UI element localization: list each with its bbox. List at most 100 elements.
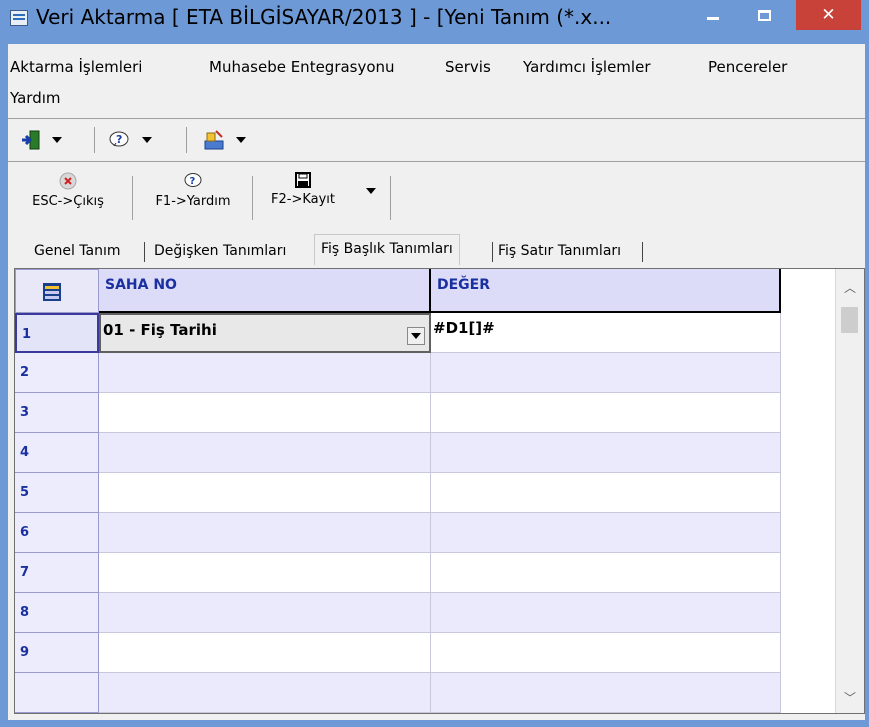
- deger-cell[interactable]: [431, 673, 781, 713]
- saha-no-cell[interactable]: [99, 433, 431, 473]
- close-icon: ✕: [821, 5, 836, 25]
- help-label: F1->Yardım: [155, 194, 231, 209]
- row-header[interactable]: 9: [15, 633, 99, 673]
- svg-text:?: ?: [116, 133, 122, 146]
- tab-fis-satir-tanimlari[interactable]: Fiş Satır Tanımları: [498, 238, 621, 264]
- scroll-thumb[interactable]: [841, 307, 858, 333]
- exit-button[interactable]: ESC->Çıkış: [10, 166, 126, 226]
- deger-cell[interactable]: [431, 473, 781, 513]
- deger-cell[interactable]: [431, 553, 781, 593]
- row-header[interactable]: 1: [15, 313, 99, 353]
- saha-no-cell[interactable]: [99, 353, 431, 393]
- column-header-deger[interactable]: DEĞER: [431, 269, 781, 313]
- toolbar-separator: [252, 176, 253, 220]
- table-row[interactable]: 9: [15, 633, 781, 673]
- table-row[interactable]: 2: [15, 353, 781, 393]
- menu-bar: Aktarma İşlemleri Muhasebe Entegrasyonu …: [8, 44, 865, 112]
- deger-cell[interactable]: #D1[]#: [431, 313, 781, 353]
- toolbar-separator: [390, 176, 391, 220]
- toolbar-separator: [94, 127, 95, 153]
- dropdown-arrow-icon[interactable]: [142, 137, 152, 143]
- svg-text:?: ?: [190, 176, 196, 187]
- saha-no-cell[interactable]: [99, 513, 431, 553]
- help-icon: ?: [184, 173, 202, 187]
- saha-no-cell[interactable]: [99, 473, 431, 513]
- minimize-icon: [707, 16, 719, 20]
- tab-separator: [642, 242, 643, 262]
- menu-yardim[interactable]: Yardım: [10, 89, 61, 107]
- column-header-saha-no[interactable]: SAHA NO: [99, 269, 431, 313]
- toolbar-separator: [132, 176, 133, 220]
- save-button[interactable]: F2->Kayıt: [258, 166, 348, 226]
- save-disk-icon: [295, 172, 311, 188]
- table-row[interactable]: 7: [15, 553, 781, 593]
- menu-servis[interactable]: Servis: [445, 58, 491, 76]
- row-header[interactable]: 7: [15, 553, 99, 593]
- saha-no-cell[interactable]: [99, 673, 431, 713]
- chevron-down-icon[interactable]: [407, 327, 425, 345]
- save-label: F2->Kayıt: [271, 192, 335, 207]
- app-icon[interactable]: [10, 10, 28, 26]
- scroll-up-icon[interactable]: ︿: [844, 279, 856, 296]
- row-header[interactable]: 3: [15, 393, 99, 433]
- dropdown-arrow-icon[interactable]: [52, 137, 62, 143]
- client-area: Aktarma İşlemleri Muhasebe Entegrasyonu …: [8, 44, 865, 720]
- saha-no-cell[interactable]: [99, 593, 431, 633]
- title-bar[interactable]: Veri Aktarma [ ETA BİLGİSAYAR/2013 ] - […: [0, 0, 869, 36]
- saha-no-cell[interactable]: [99, 393, 431, 433]
- tab-strip: Genel Tanım Değişken Tanımları Fiş Başlı…: [8, 234, 865, 266]
- tab-separator: [492, 242, 493, 262]
- saha-no-dropdown[interactable]: 01 - Fiş Tarihi: [99, 313, 431, 353]
- tab-genel-tanim[interactable]: Genel Tanım: [34, 238, 121, 264]
- row-header[interactable]: 2: [15, 353, 99, 393]
- saha-no-cell[interactable]: [99, 633, 431, 673]
- deger-cell[interactable]: [431, 513, 781, 553]
- menu-aktarma-islemleri[interactable]: Aktarma İşlemleri: [10, 58, 142, 76]
- row-header[interactable]: 4: [15, 433, 99, 473]
- tab-degisken-tanimlari[interactable]: Değişken Tanımları: [154, 238, 286, 264]
- deger-cell[interactable]: [431, 393, 781, 433]
- table-row[interactable]: [15, 673, 781, 713]
- tab-separator: [144, 242, 145, 262]
- scroll-down-icon[interactable]: ﹀: [844, 689, 856, 706]
- close-button[interactable]: ✕: [796, 0, 861, 30]
- menu-muhasebe-entegrasyonu[interactable]: Muhasebe Entegrasyonu: [209, 58, 395, 76]
- deger-cell[interactable]: [431, 433, 781, 473]
- deger-cell[interactable]: [431, 593, 781, 633]
- help-button[interactable]: ? F1->Yardım: [138, 166, 248, 226]
- exit-tool-button[interactable]: [20, 125, 62, 155]
- help-tool-button[interactable]: ?: [108, 125, 152, 155]
- tools-tool-button[interactable]: [202, 125, 246, 155]
- row-header[interactable]: [15, 673, 99, 713]
- close-circle-icon: [59, 172, 77, 190]
- table-row[interactable]: 5: [15, 473, 781, 513]
- maximize-button[interactable]: [744, 0, 784, 30]
- row-header[interactable]: 8: [15, 593, 99, 633]
- data-grid[interactable]: SAHA NO DEĞER 1 01 - Fiş Tarihi #D1[]# 2…: [14, 268, 865, 714]
- table-row[interactable]: 3: [15, 393, 781, 433]
- main-toolbar: ?: [8, 118, 865, 162]
- table-row[interactable]: 8: [15, 593, 781, 633]
- menu-pencereler[interactable]: Pencereler: [708, 58, 787, 76]
- exit-door-icon: [22, 130, 40, 150]
- dropdown-arrow-icon[interactable]: [236, 137, 246, 143]
- table-row[interactable]: 6: [15, 513, 781, 553]
- help-icon: ?: [109, 131, 129, 147]
- table-row[interactable]: 4: [15, 433, 781, 473]
- minimize-button[interactable]: [694, 0, 732, 30]
- window-title: Veri Aktarma [ ETA BİLGİSAYAR/2013 ] - […: [36, 5, 612, 29]
- saha-no-value: 01 - Fiş Tarihi: [103, 321, 217, 339]
- grid-corner[interactable]: [15, 269, 99, 313]
- saha-no-cell[interactable]: [99, 553, 431, 593]
- dropdown-arrow-icon: [366, 188, 376, 194]
- row-header[interactable]: 6: [15, 513, 99, 553]
- table-row[interactable]: 1 01 - Fiş Tarihi #D1[]#: [15, 313, 781, 353]
- tab-fis-baslik-tanimlari[interactable]: Fiş Başlık Tanımları: [314, 234, 460, 265]
- deger-cell[interactable]: [431, 353, 781, 393]
- vertical-scrollbar[interactable]: ︿ ﹀: [835, 269, 864, 713]
- deger-cell[interactable]: [431, 633, 781, 673]
- menu-yardimci-islemler[interactable]: Yardımcı İşlemler: [523, 58, 651, 76]
- more-tools-dropdown[interactable]: [366, 176, 376, 206]
- row-header[interactable]: 5: [15, 473, 99, 513]
- tools-icon: [204, 130, 224, 150]
